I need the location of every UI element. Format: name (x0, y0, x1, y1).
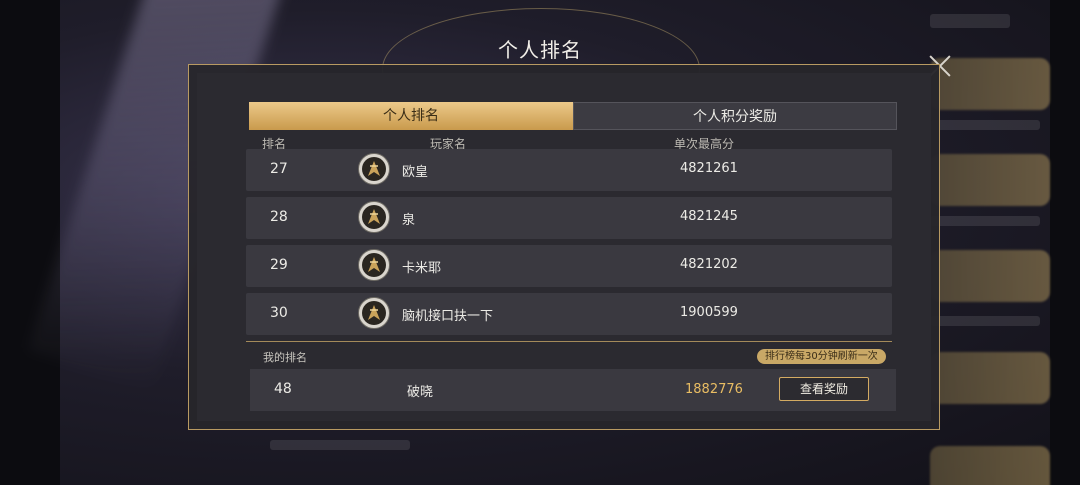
my-rank-row: 48 破晓 1882776 查看奖励 (250, 369, 896, 411)
my-rank-label: 我的排名 (263, 351, 307, 364)
row-rank: 27 (270, 161, 288, 177)
dialog-title: 个人排名 (498, 38, 582, 62)
row-score: 1900599 (680, 305, 738, 320)
backdrop-left-edge (0, 0, 60, 485)
avatar[interactable] (358, 249, 390, 281)
row-score: 4821245 (680, 209, 738, 224)
row-rank: 30 (270, 305, 288, 321)
tab-bar: 个人排名 个人积分奖励 (249, 102, 897, 130)
panel-body: 个人排名 个人积分奖励 排名 玩家名 单次最高分 27 欧皇 4821261 2… (197, 73, 931, 421)
table-row: 27 欧皇 4821261 (246, 149, 892, 191)
backdrop-bottom-text (270, 440, 410, 450)
my-rank-number: 48 (274, 381, 292, 397)
emblem-icon (362, 301, 386, 325)
avatar[interactable] (358, 201, 390, 233)
emblem-icon (362, 253, 386, 277)
table-row: 30 脑机接口扶一下 1900599 (246, 293, 892, 335)
avatar[interactable] (358, 153, 390, 185)
row-player-name: 泉 (402, 213, 416, 228)
tab-personal-rank[interactable]: 个人排名 (249, 102, 573, 130)
backdrop-card (930, 352, 1050, 404)
emblem-icon (362, 157, 386, 181)
row-score: 4821202 (680, 257, 738, 272)
divider (246, 341, 892, 342)
my-player-name: 破晓 (407, 385, 434, 400)
backdrop-card (930, 250, 1050, 302)
backdrop-line (930, 120, 1040, 130)
row-rank: 29 (270, 257, 288, 273)
table-row: 29 卡米耶 4821202 (246, 245, 892, 287)
row-player-name: 欧皇 (402, 165, 429, 180)
row-player-name: 卡米耶 (402, 261, 442, 276)
backdrop-line (930, 216, 1040, 226)
backdrop-card (930, 154, 1050, 206)
emblem-icon (362, 205, 386, 229)
avatar[interactable] (358, 297, 390, 329)
row-rank: 28 (270, 209, 288, 225)
backdrop-line (930, 316, 1040, 326)
row-player-name: 脑机接口扶一下 (402, 309, 494, 324)
backdrop-card (930, 446, 1050, 485)
tab-personal-points-reward[interactable]: 个人积分奖励 (573, 102, 897, 130)
ranking-panel: 个人排名 个人积分奖励 排名 玩家名 单次最高分 27 欧皇 4821261 2… (188, 64, 940, 430)
backdrop-topright-text (930, 14, 1010, 28)
backdrop-right-edge (1050, 0, 1080, 485)
row-score: 4821261 (680, 161, 738, 176)
refresh-notice-badge: 排行榜每30分钟刷新一次 (757, 349, 886, 364)
table-row: 28 泉 4821245 (246, 197, 892, 239)
my-score: 1882776 (685, 382, 743, 397)
view-reward-button[interactable]: 查看奖励 (779, 377, 869, 401)
